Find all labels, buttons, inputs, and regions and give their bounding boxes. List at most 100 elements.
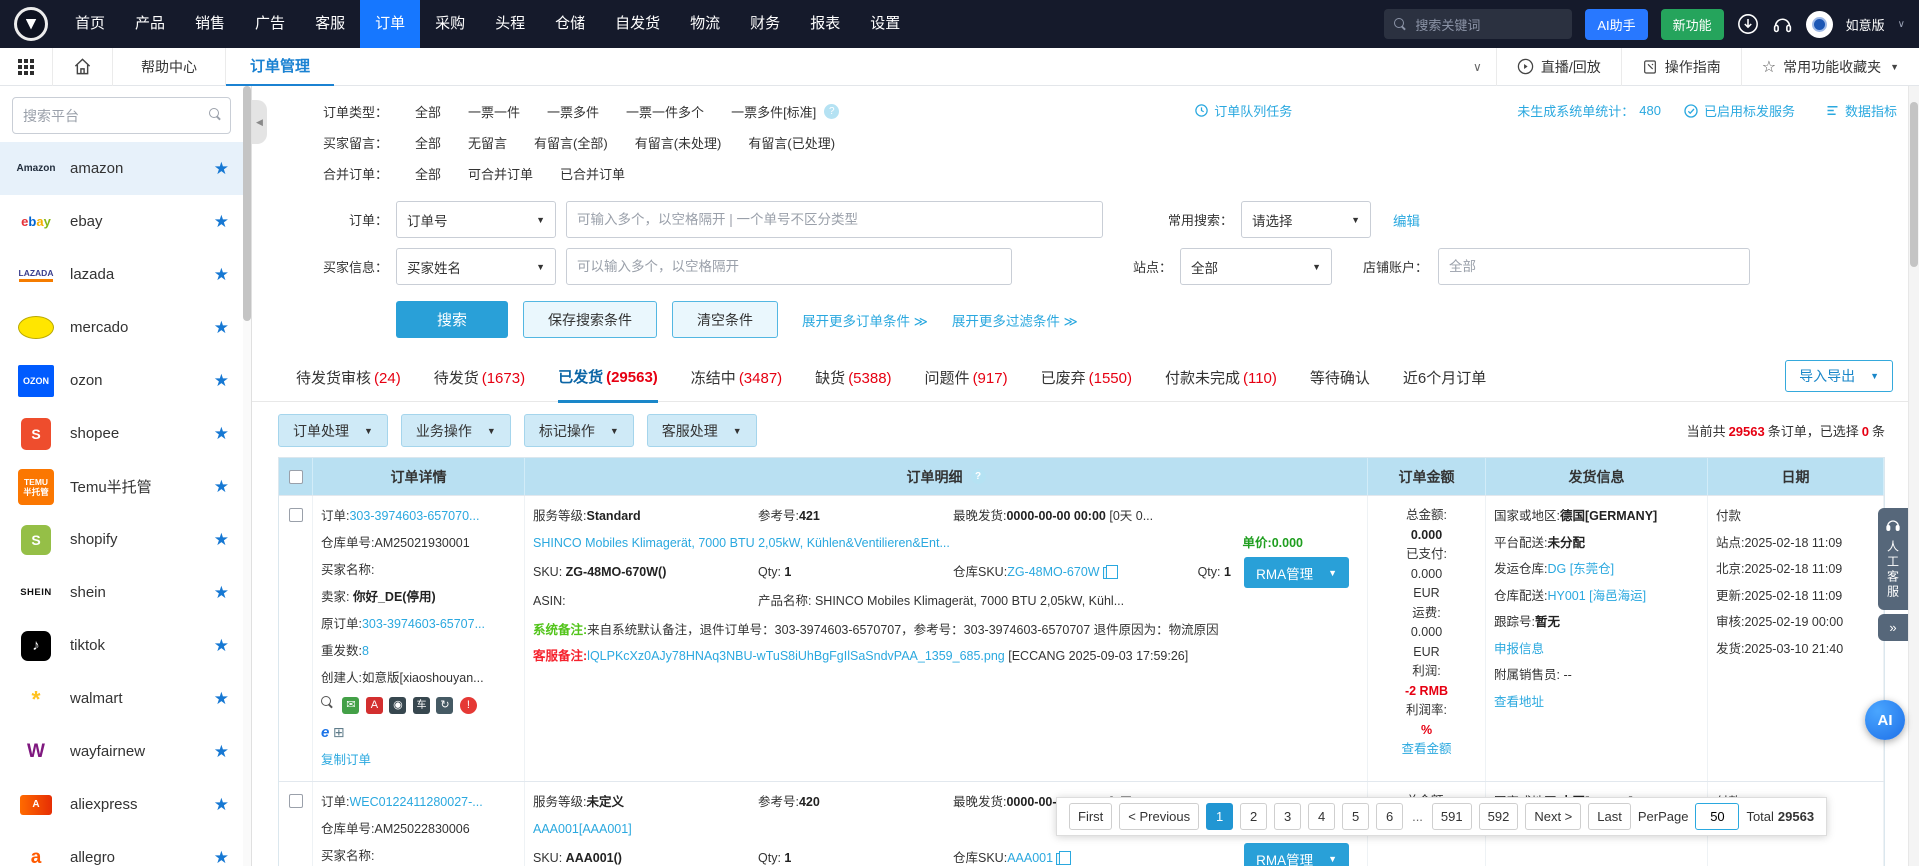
headset-icon[interactable] (1772, 14, 1793, 35)
operation-guide-button[interactable]: 操作指南 (1622, 57, 1741, 77)
tag-service-status[interactable]: 已启用标发服务 (1683, 101, 1795, 120)
search-button[interactable]: 搜索 (396, 301, 508, 338)
page-first-button[interactable]: First (1069, 803, 1112, 830)
sidebar-item-amazon[interactable]: Amazon amazon ★ (0, 142, 251, 195)
version-label[interactable]: 如意版 (1846, 15, 1885, 34)
merge-option-1[interactable]: 可合并订单 (468, 164, 533, 183)
merge-option-all[interactable]: 全部 (415, 164, 441, 183)
tab-awaiting-confirm[interactable]: 等待确认 (1310, 367, 1370, 401)
page-number-2[interactable]: 2 (1240, 803, 1267, 830)
sidebar-scrollbar[interactable] (243, 86, 251, 866)
favorite-star-icon[interactable]: ★ (214, 742, 229, 762)
clear-conditions-button[interactable]: 清空条件 (672, 301, 778, 338)
buyer-msg-option-3[interactable]: 有留言(未处理) (635, 133, 722, 152)
order-type-option-all[interactable]: 全部 (415, 102, 441, 121)
photo-icon[interactable]: ◉ (389, 697, 406, 714)
new-feature-button[interactable]: 新功能 (1661, 9, 1724, 40)
sidebar-collapse-handle[interactable]: ◀ (252, 100, 267, 144)
tab-discarded[interactable]: 已废弃(1550) (1041, 367, 1132, 401)
apps-grid-icon[interactable] (18, 59, 34, 75)
message-icon[interactable]: ✉ (342, 697, 359, 714)
cs-note-file-link[interactable]: lQLPKcXz0AJy78HNAq3NBU-wTuS8iUhBgFgIlSaS… (587, 649, 1005, 663)
tab-last-6-months[interactable]: 近6个月订单 (1403, 367, 1486, 401)
business-ops-menu[interactable]: 业务操作▼ (401, 414, 511, 447)
product-title-link[interactable]: SHINCO Mobiles Klimagerät, 7000 BTU 2,05… (533, 530, 1243, 557)
nav-item-logistics[interactable]: 物流 (675, 0, 735, 48)
page-number-591[interactable]: 591 (1432, 803, 1472, 830)
declare-info-link[interactable]: 申报信息 (1494, 642, 1544, 656)
logistics-truck-icon[interactable]: 车 (413, 697, 430, 714)
order-number-link[interactable]: WEC0122411280027-... (349, 795, 482, 809)
ai-floating-button[interactable]: AI (1865, 700, 1905, 740)
app-logo[interactable] (14, 7, 48, 41)
page-number-4[interactable]: 4 (1308, 803, 1335, 830)
platform-search-input[interactable] (12, 97, 231, 134)
sidebar-item-shopify[interactable]: S shopify ★ (0, 513, 251, 566)
row-checkbox[interactable] (289, 794, 303, 808)
download-icon[interactable] (1737, 13, 1759, 35)
version-chevron-down-icon[interactable]: ∨ (1898, 19, 1905, 30)
help-icon[interactable]: ? (824, 104, 839, 119)
favorite-star-icon[interactable]: ★ (214, 371, 229, 391)
tab-shipped[interactable]: 已发货(29563) (558, 366, 658, 403)
live-replay-button[interactable]: 直播/回放 (1497, 57, 1621, 77)
page-number-1[interactable]: 1 (1206, 803, 1233, 830)
buyer-type-select[interactable]: 买家姓名▼ (396, 248, 556, 285)
ebay-site-icon[interactable]: e (321, 724, 329, 741)
product-title-link[interactable]: AAA001[AAA001] (533, 816, 632, 843)
nav-item-purchase[interactable]: 采购 (420, 0, 480, 48)
tab-to-ship[interactable]: 待发货(1673) (434, 367, 525, 401)
data-metrics-link[interactable]: 数据指标 (1825, 101, 1897, 120)
per-page-input[interactable] (1695, 803, 1739, 830)
nav-item-finance[interactable]: 财务 (735, 0, 795, 48)
favorite-star-icon[interactable]: ★ (214, 318, 229, 338)
customer-service-panel[interactable]: 人工客服 (1878, 508, 1908, 610)
main-scrollbar[interactable] (1908, 86, 1919, 866)
row-checkbox[interactable] (289, 508, 303, 522)
order-type-option-4[interactable]: 一票多件[标准] (731, 102, 816, 121)
order-process-menu[interactable]: 订单处理▼ (278, 414, 388, 447)
page-number-3[interactable]: 3 (1274, 803, 1301, 830)
page-number-592[interactable]: 592 (1479, 803, 1519, 830)
help-icon[interactable]: ? (971, 469, 986, 484)
sidebar-item-ozon[interactable]: OZON ozon ★ (0, 354, 251, 407)
favorite-star-icon[interactable]: ★ (214, 583, 229, 603)
order-type-option-2[interactable]: 一票多件 (547, 102, 599, 121)
order-type-option-1[interactable]: 一票一件 (468, 102, 520, 121)
merge-option-2[interactable]: 已合并订单 (560, 164, 625, 183)
tab-payment-incomplete[interactable]: 付款未完成(110) (1165, 367, 1277, 401)
refresh-icon[interactable]: ↻ (436, 697, 453, 714)
order-queue-task-link[interactable]: 订单队列任务 (1194, 101, 1292, 120)
tab-problem[interactable]: 问题件(917) (925, 367, 1008, 401)
amazon-tag-icon[interactable]: A (366, 697, 383, 714)
sidebar-item-ebay[interactable]: ebay ebay ★ (0, 195, 251, 248)
buyer-msg-option-1[interactable]: 无留言 (468, 133, 507, 152)
buyer-msg-option-2[interactable]: 有留言(全部) (534, 133, 608, 152)
collapse-chevron-icon[interactable]: ∨ (1459, 60, 1496, 74)
page-last-button[interactable]: Last (1588, 803, 1631, 830)
favorite-star-icon[interactable]: ★ (214, 265, 229, 285)
sidebar-item-aliexpress[interactable]: A aliexpress ★ (0, 778, 251, 831)
sidebar-item-shein[interactable]: SHEIN shein ★ (0, 566, 251, 619)
tab-frozen[interactable]: 冻结中(3487) (691, 367, 782, 401)
favorite-star-icon[interactable]: ★ (214, 212, 229, 232)
favorite-star-icon[interactable]: ★ (214, 424, 229, 444)
warehouse-delivery-link[interactable]: HY001 [海邑海运] (1547, 589, 1646, 603)
nav-item-home[interactable]: 首页 (60, 0, 120, 48)
select-all-checkbox[interactable] (289, 470, 303, 484)
nav-item-service[interactable]: 客服 (300, 0, 360, 48)
zoom-search-icon[interactable] (321, 696, 334, 709)
sidebar-item-shopee[interactable]: S shopee ★ (0, 407, 251, 460)
page-next-button[interactable]: Next > (1525, 803, 1581, 830)
buyer-msg-option-4[interactable]: 有留言(已处理) (748, 133, 835, 152)
nav-item-products[interactable]: 产品 (120, 0, 180, 48)
order-type-option-3[interactable]: 一票一件多个 (626, 102, 704, 121)
buyer-msg-option-all[interactable]: 全部 (415, 133, 441, 152)
sidebar-item-temu[interactable]: TEMU半托管 Temu半托管 ★ (0, 460, 251, 513)
tab-pending-review[interactable]: 待发货审核(24) (296, 367, 401, 401)
favorite-star-icon[interactable]: ★ (214, 848, 229, 866)
nav-item-reports[interactable]: 报表 (795, 0, 855, 48)
favorites-menu[interactable]: ☆ 常用功能收藏夹 ▼ (1742, 57, 1919, 77)
import-export-button[interactable]: 导入导出▼ (1785, 360, 1893, 392)
order-type-select[interactable]: 订单号▼ (396, 201, 556, 238)
